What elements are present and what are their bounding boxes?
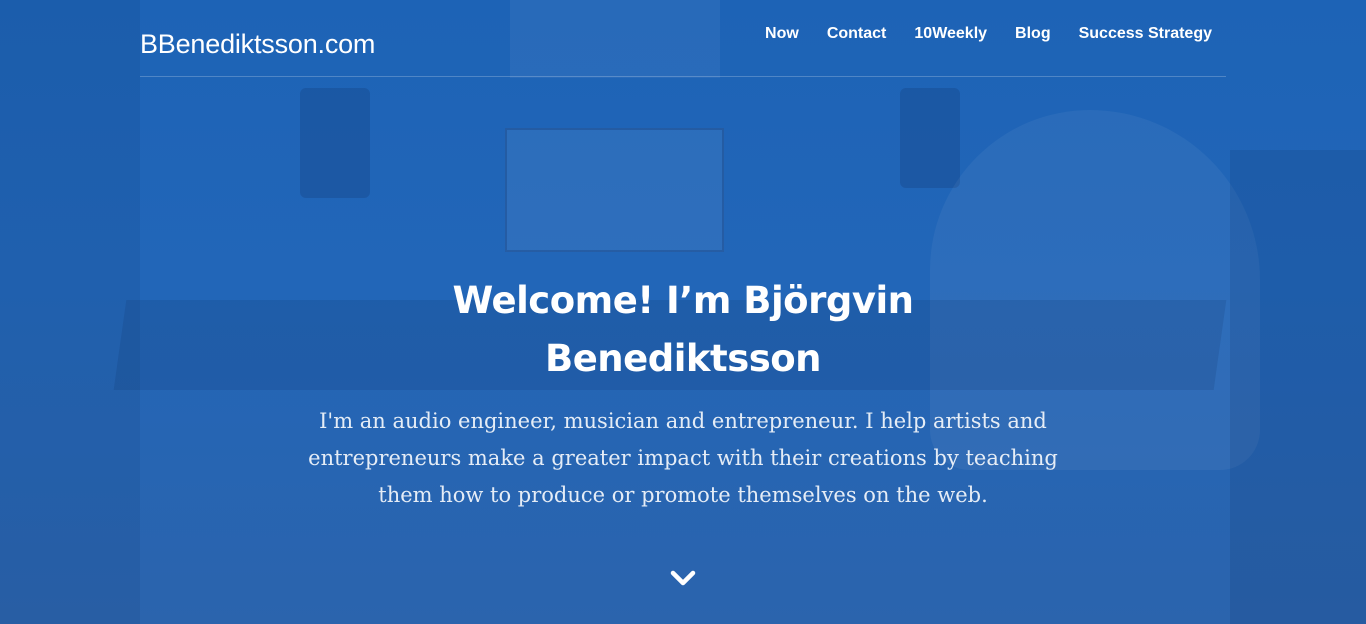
scroll-down-button[interactable] <box>669 566 697 590</box>
nav-item-10weekly[interactable]: 10Weekly <box>914 24 987 44</box>
hero-content: Welcome! I’m Björgvin Benediktsson I'm a… <box>0 272 1366 514</box>
nav-item-success-strategy[interactable]: Success Strategy <box>1079 24 1212 44</box>
hero-section: BBenediktsson.com Now Contact 10Weekly B… <box>0 0 1366 624</box>
nav-item-contact[interactable]: Contact <box>827 24 887 44</box>
background-speaker-left <box>300 88 370 198</box>
hero-headline: Welcome! I’m Björgvin Benediktsson <box>373 272 993 388</box>
hero-headline-line2: Benediktsson <box>545 337 822 380</box>
nav-item-blog[interactable]: Blog <box>1015 24 1051 44</box>
site-brand-link[interactable]: BBenediktsson.com <box>140 27 375 61</box>
background-speaker-right <box>900 88 960 188</box>
chevron-down-icon <box>670 570 696 586</box>
hero-subtitle: I'm an audio engineer, musician and entr… <box>308 409 1058 507</box>
hero-headline-line1: Welcome! I’m Björgvin <box>452 279 914 322</box>
background-monitor <box>505 128 724 252</box>
top-navbar: BBenediktsson.com Now Contact 10Weekly B… <box>140 0 1226 77</box>
nav-item-now[interactable]: Now <box>765 24 799 44</box>
nav-menu: Now Contact 10Weekly Blog Success Strate… <box>737 24 1212 44</box>
